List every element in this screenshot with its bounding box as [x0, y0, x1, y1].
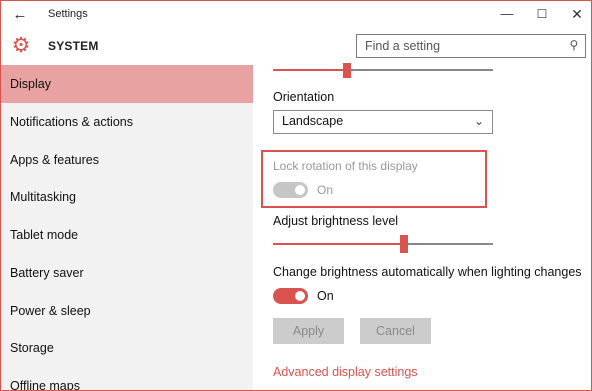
auto-brightness-label: Change brightness automatically when lig… — [273, 265, 582, 279]
auto-brightness-toggle[interactable] — [273, 288, 308, 304]
lock-rotation-toggle — [273, 182, 308, 198]
back-button[interactable]: ← — [9, 5, 31, 25]
search-input[interactable] — [357, 35, 557, 57]
maximize-button[interactable]: ☐ — [528, 4, 556, 24]
sidebar-item-offline-maps[interactable]: Offline maps — [1, 367, 253, 390]
window-title: Settings — [48, 8, 88, 20]
auto-brightness-state: On — [317, 289, 334, 303]
sidebar-item-power-sleep[interactable]: Power & sleep — [1, 292, 253, 330]
sidebar-item-apps[interactable]: Apps & features — [1, 141, 253, 179]
lock-rotation-label: Lock rotation of this display — [273, 159, 418, 173]
scale-slider-thumb[interactable] — [343, 63, 351, 78]
search-icon[interactable]: ⚲ — [567, 38, 581, 52]
title-bar: ← Settings — ☐ ✕ — [1, 1, 591, 29]
sidebar-item-multitasking[interactable]: Multitasking — [1, 178, 253, 216]
close-button[interactable]: ✕ — [563, 4, 591, 24]
orientation-label: Orientation — [273, 90, 335, 104]
page-header: ⚙ SYSTEM ⚲ — [1, 29, 591, 63]
settings-window: ← Settings — ☐ ✕ ⚙ SYSTEM ⚲ Display Noti… — [0, 0, 592, 391]
display-settings-panel: Orientation Landscape ⌄ Lock rotation of… — [253, 63, 591, 390]
toggle-knob — [295, 291, 305, 301]
orientation-value: Landscape — [282, 114, 344, 128]
minimize-button[interactable]: — — [493, 4, 521, 24]
advanced-display-settings-link[interactable]: Advanced display settings — [273, 365, 418, 379]
gear-icon: ⚙ — [11, 34, 31, 57]
lock-rotation-state: On — [317, 183, 334, 197]
sidebar-item-storage[interactable]: Storage — [1, 329, 253, 367]
apply-button[interactable]: Apply — [273, 318, 344, 344]
sidebar: Display Notifications & actions Apps & f… — [1, 65, 253, 390]
section-title: SYSTEM — [48, 39, 99, 53]
orientation-select[interactable]: Landscape ⌄ — [273, 110, 493, 134]
search-box[interactable]: ⚲ — [356, 34, 586, 58]
brightness-slider-thumb[interactable] — [400, 235, 408, 253]
chevron-down-icon: ⌄ — [473, 114, 484, 128]
sidebar-item-battery-saver[interactable]: Battery saver — [1, 254, 253, 292]
brightness-label: Adjust brightness level — [273, 214, 399, 228]
sidebar-item-notifications[interactable]: Notifications & actions — [1, 103, 253, 141]
scale-slider-fill — [273, 69, 347, 71]
toggle-knob — [295, 185, 305, 195]
sidebar-item-display[interactable]: Display — [1, 65, 253, 103]
cancel-button[interactable]: Cancel — [360, 318, 431, 344]
brightness-slider-fill — [273, 243, 404, 245]
sidebar-item-tablet-mode[interactable]: Tablet mode — [1, 216, 253, 254]
